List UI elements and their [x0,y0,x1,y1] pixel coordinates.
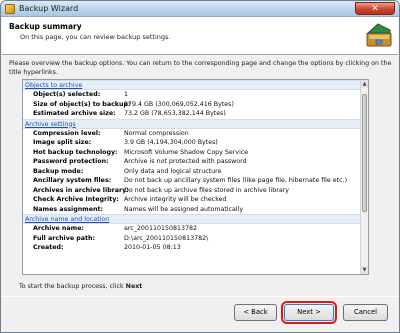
section-header: Archive name and location [23,214,361,224]
summary-row-key: Ancillary system files: [33,177,112,184]
summary-row-key: Compression level: [33,129,101,137]
footer-hint: To start the backup process, click Next [19,283,142,290]
summary-row: Ancillary system files: Do not back up an… [23,176,361,186]
summary-row: Names assignment: Names will be assigned … [23,205,361,215]
summary-row-key: Full archive path: [33,234,96,242]
summary-content: Objects to archive Object(s) selected: 1 Si… [23,80,361,253]
summary-row-value: 3.9 GB (4,194,304,000 Bytes) [124,139,218,146]
page-subtitle: On this page, you can review backup sett… [20,33,171,41]
scroll-up-arrow-icon[interactable]: ▲ [361,80,368,88]
summary-row-value: 73.2 GB (78,653,382,144 Bytes) [124,110,226,117]
summary-row-key: Backup mode: [33,167,84,175]
summary-row-key: Names assignment: [33,205,104,213]
summary-row-value: Archive integrity will be checked [124,196,227,203]
summary-row: Backup mode: Only data and logical struct… [23,167,361,177]
summary-row-key: Object(s) selected: [33,91,101,98]
summary-row-value: 279.4 GB (300,069,052,416 Bytes) [124,100,234,108]
summary-row-value: D:\arc_200110150813782\ [124,234,209,242]
summary-row-value: Only data and logical structure [124,167,222,175]
instructions-text: Please overview the backup options. You … [9,60,392,76]
vertical-scrollbar[interactable]: ▲ ▼ [360,80,368,274]
window-title: Backup Wizard [19,4,79,13]
summary-row: Check Archive Integrity: Archive integrit… [23,195,361,205]
section-title-link[interactable]: Objects to archive [25,82,82,89]
summary-row-key: Password protection: [33,158,109,165]
summary-row-key: Check Archive Integrity: [33,196,119,203]
footer-divider [2,296,398,297]
footer-hint-prefix: To start the backup process, click [19,283,126,290]
summary-row: Estimated archive size: 73.2 GB (78,653,3… [23,109,361,119]
summary-row-value: arc_200110150813782 [124,225,198,232]
summary-row-key: Estimated archive size: [33,110,116,117]
summary-row: Created: 2010-01-05 08:13 [23,243,361,253]
summary-row-value: Microsoft Volume Shadow Copy Service [124,148,249,156]
summary-row-key: Archive name: [33,225,85,232]
summary-row: Hot backup technology: Microsoft Volume S… [23,148,361,158]
summary-row: Image split size: 3.9 GB (4,194,304,000 B… [23,138,361,148]
summary-row-value: Do not back up archive files stored in a… [124,186,289,194]
summary-row: Archive name: arc_200110150813782 [23,224,361,234]
section-title-link[interactable]: Archive name and location [25,216,109,223]
summary-row: Archives in archive library: Do not back … [23,186,361,196]
summary-row-key: Image split size: [33,139,92,146]
summary-row: Password protection: Archive is not prote… [23,157,361,167]
summary-row-value: Archive is not protected with password [124,158,247,165]
app-icon [5,4,15,14]
summary-row: Compression level: Normal compression [23,129,361,139]
next-button[interactable]: Next > [281,301,337,324]
summary-row-key: Created: [33,244,64,251]
section-header: Objects to archive [23,80,361,90]
scroll-down-arrow-icon[interactable]: ▼ [361,266,368,274]
summary-row-key: Size of object(s) to backup: [33,100,131,108]
backup-logo-icon [366,23,392,47]
summary-row-key: Archives in archive library: [33,186,129,194]
section-title-link[interactable]: Archive settings [25,121,76,128]
title-bar: Backup Wizard ✕ [1,1,399,17]
summary-row-value: Do not back up ancillary system files (l… [124,177,348,184]
summary-row-key: Hot backup technology: [33,148,118,156]
wizard-header: Backup summary On this page, you can rev… [2,17,398,55]
scroll-thumb[interactable] [362,94,367,212]
back-button[interactable]: < Back [234,304,277,321]
footer-hint-bold: Next [125,283,143,290]
section-header: Archive settings [23,118,361,129]
cancel-button[interactable]: Cancel [343,304,388,321]
summary-row: Size of object(s) to backup: 279.4 GB (30… [23,100,361,110]
summary-row-value: Normal compression [124,129,189,137]
summary-list[interactable]: Objects to archive Object(s) selected: 1 Si… [22,79,369,275]
close-button[interactable]: ✕ [355,2,395,15]
page-title: Backup summary [9,22,82,31]
summary-row-value: Names will be assigned automatically [124,205,244,213]
summary-row: Object(s) selected: 1 [23,90,361,100]
summary-row: Full archive path: D:\arc_200110150813782… [23,234,361,244]
summary-row-value: 2010-01-05 08:13 [124,244,181,251]
summary-row-value: 1 [124,91,129,98]
backup-wizard-window: Backup Wizard ✕ Backup summary On this p… [0,0,400,333]
